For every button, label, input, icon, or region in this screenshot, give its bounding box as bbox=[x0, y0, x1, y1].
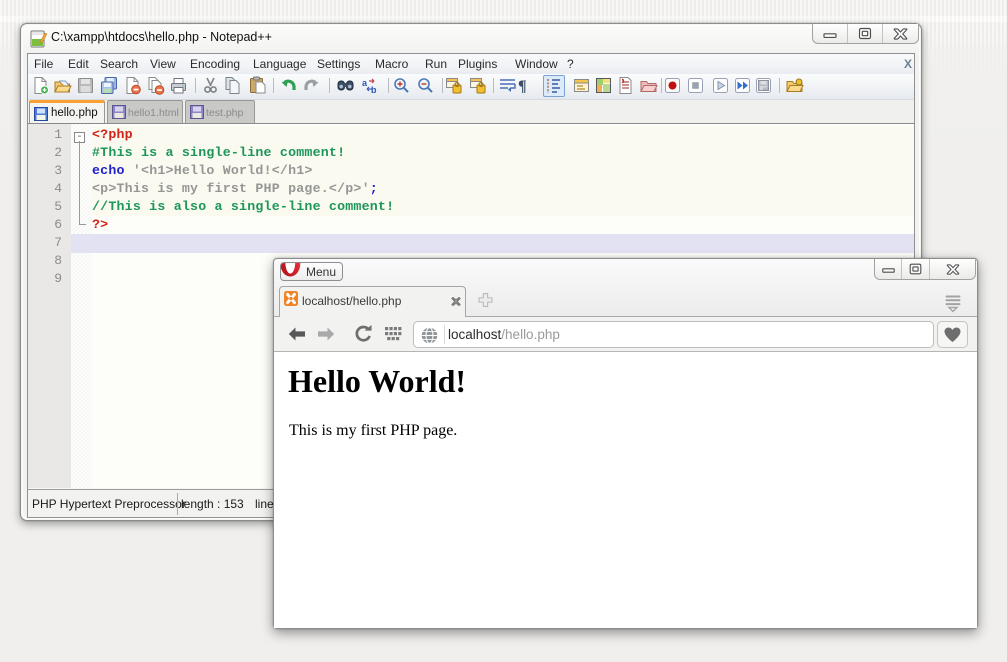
svg-text:¶: ¶ bbox=[518, 78, 527, 95]
svg-text:a: a bbox=[362, 78, 368, 88]
svg-text:b: b bbox=[371, 85, 377, 95]
svg-text:uc: uc bbox=[763, 86, 769, 91]
